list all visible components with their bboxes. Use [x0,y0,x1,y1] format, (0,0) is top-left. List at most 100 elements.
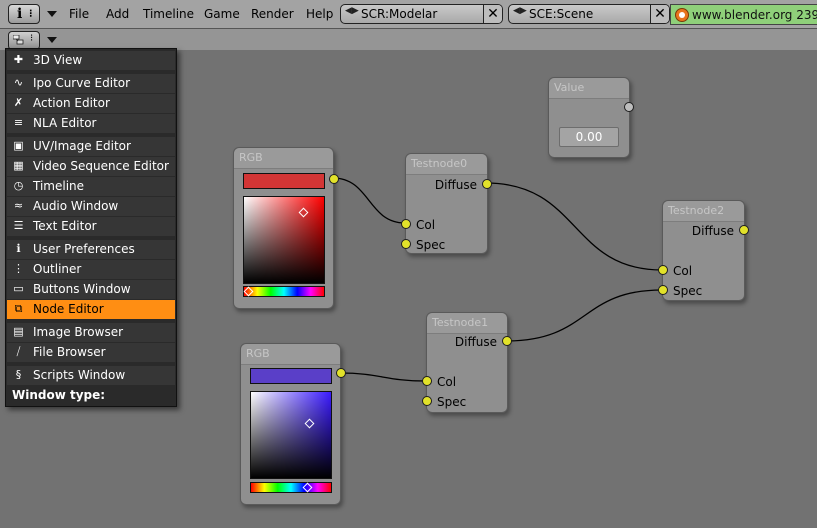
input-socket-col[interactable] [658,265,668,275]
input-label-col: Col [673,264,693,278]
testnode2[interactable]: Testnode2 Diffuse Col Spec [658,200,749,301]
menu-item-audio-window[interactable]: ≈ Audio Window [7,197,175,216]
collapse-menu-triangle-icon[interactable] [47,11,57,17]
text-editor-icon: ☰ [13,219,24,232]
input-label-spec: Spec [673,284,703,298]
menu-render[interactable]: Render [251,7,294,21]
hue-slider[interactable] [243,286,325,297]
rgb-node[interactable]: RGB [233,147,339,309]
node-title: Testnode2 [668,204,725,217]
input-socket-col[interactable] [422,376,432,386]
menu-item-node-editor[interactable]: ⧉ Node Editor [7,300,175,319]
info-icon: i [17,6,23,22]
node-header[interactable]: Value [549,78,629,99]
node-editor-icon [13,35,24,45]
scripts-window-icon: § [15,368,22,381]
collapse-menu-triangle-icon[interactable] [47,37,57,43]
ipo-curve-icon: ∿ [13,76,24,89]
color-swatch[interactable] [243,173,325,189]
hue-slider-handle[interactable] [243,286,254,297]
input-socket-spec[interactable] [658,285,668,295]
output-label-diffuse: Diffuse [454,335,497,349]
hue-slider[interactable] [250,482,332,493]
link-rgb1-to-testnode0-col [332,177,406,224]
output-socket-diffuse[interactable] [739,225,749,235]
link-rgb2-to-testnode1-col [339,372,427,382]
menu-item-file-browser[interactable]: ⧸ File Browser [7,343,175,362]
node-editor-header: ⁝ [0,29,817,50]
window-type-arrows-icon: ⁝ [29,7,33,20]
menu-item-buttons-window[interactable]: ▭ Buttons Window [7,280,175,299]
node-header[interactable]: RGB [234,148,333,169]
scene-selector[interactable]: ◀▶ SCE:Scene ✕ [508,4,670,24]
blender-url-banner: www.blender.org 239 [670,4,817,25]
menu-item-text-editor[interactable]: ☰ Text Editor [7,217,175,236]
buttons-window-icon: ▭ [13,282,24,295]
input-socket-col[interactable] [401,219,411,229]
uv-image-icon: ▣ [13,139,24,152]
output-socket[interactable] [624,102,634,112]
rgb-node[interactable]: RGB [240,343,346,505]
screen-delete-icon[interactable]: ✕ [483,5,502,23]
testnode0[interactable]: Testnode0 Diffuse Col Spec [401,153,492,254]
saturation-value-picker[interactable] [250,391,332,479]
menu-item-timeline[interactable]: ◷ Timeline [7,177,175,196]
menu-add[interactable]: Add [106,7,129,21]
value-node[interactable]: Value 0.00 [548,77,634,158]
node-title: RGB [239,151,263,164]
output-socket-diffuse[interactable] [502,336,512,346]
node-header[interactable]: Testnode0 [406,154,487,175]
node-title: RGB [246,347,270,360]
node-title: Testnode1 [432,316,489,329]
menu-item-action-editor[interactable]: ✗ Action Editor [7,94,175,113]
menu-timeline[interactable]: Timeline [143,7,194,21]
menu-item-scripts-window[interactable]: § Scripts Window [7,366,175,385]
node-header[interactable]: Testnode1 [427,313,507,334]
browse-arrows-icon[interactable]: ◀▶ [513,6,527,16]
node-title: Testnode0 [411,157,468,170]
browse-arrows-icon[interactable]: ◀▶ [345,6,359,16]
menu-item-video-sequence-editor[interactable]: ▦ Video Sequence Editor [7,157,175,176]
menu-help[interactable]: Help [306,7,333,21]
menu-item-user-preferences[interactable]: ℹ User Preferences [7,240,175,259]
output-socket[interactable] [336,368,346,378]
timeline-icon: ◷ [13,179,24,192]
menu-item-image-browser[interactable]: ▤ Image Browser [7,323,175,342]
menu-file[interactable]: File [69,7,89,21]
3d-view-icon: ✚ [13,53,24,66]
value-field[interactable]: 0.00 [559,127,619,147]
video-sequence-icon: ▦ [13,159,24,172]
outliner-icon: ⋮ [13,262,24,275]
screen-selector[interactable]: ◀▶ SCR:Modelar ✕ [340,4,503,24]
node-header[interactable]: RGB [241,344,340,365]
menu-item-outliner[interactable]: ⋮ Outliner [7,260,175,279]
node-editor-icon: ⧉ [14,302,23,315]
hue-slider-handle[interactable] [302,482,313,493]
menu-item-uv-image-editor[interactable]: ▣ UV/Image Editor [7,137,175,156]
scene-name[interactable]: SCE:Scene [529,7,593,21]
input-socket-spec[interactable] [401,239,411,249]
output-socket[interactable] [329,174,339,184]
nla-editor-icon: ≡ [13,116,24,129]
input-socket-spec[interactable] [422,396,432,406]
node-title: Value [554,81,585,94]
menu-item-3d-view[interactable]: ✚ 3D View [7,51,175,70]
info-window-type-button[interactable]: i ⁝ [8,4,40,24]
menu-footer-label: Window type: [12,388,106,402]
color-swatch[interactable] [250,368,332,384]
screen-name[interactable]: SCR:Modelar [361,7,437,21]
input-label-spec: Spec [416,238,446,252]
saturation-value-picker[interactable] [243,196,325,284]
audio-icon: ≈ [13,199,24,212]
scene-delete-icon[interactable]: ✕ [650,5,669,23]
output-socket-diffuse[interactable] [482,179,492,189]
menu-item-nla-editor[interactable]: ≡ NLA Editor [7,114,175,133]
output-label-diffuse: Diffuse [434,178,477,192]
testnode1[interactable]: Testnode1 Diffuse Col Spec [422,312,512,413]
menu-game[interactable]: Game [204,7,240,21]
blender-logo-icon [675,8,689,22]
link-testnode1-diffuse-to-testnode2-spec [505,289,663,342]
input-label-spec: Spec [437,395,467,409]
menu-item-ipo-curve-editor[interactable]: ∿ Ipo Curve Editor [7,74,175,93]
node-header[interactable]: Testnode2 [663,201,744,222]
